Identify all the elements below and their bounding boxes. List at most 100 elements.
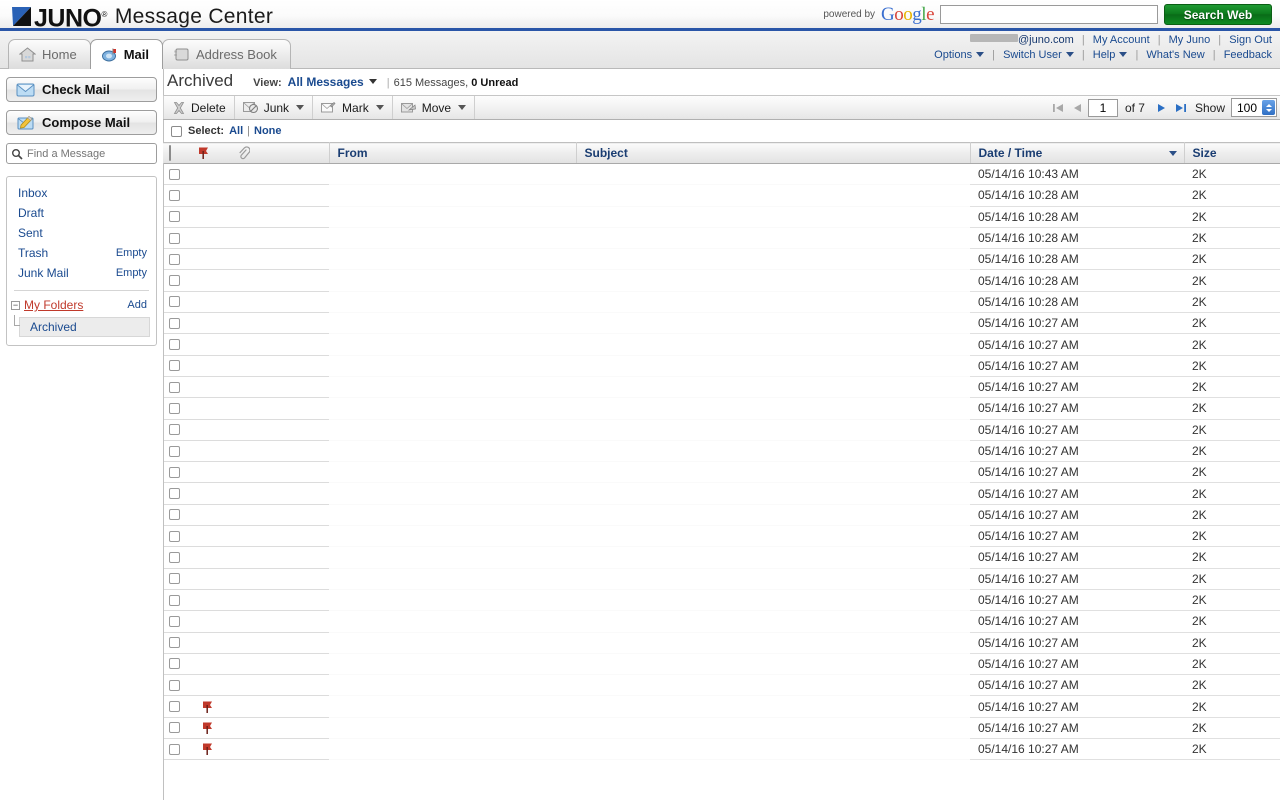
select-none-link[interactable]: None	[254, 125, 282, 137]
row-checkbox[interactable]	[169, 509, 180, 521]
next-page-icon[interactable]	[1153, 97, 1170, 118]
column-header-flag[interactable]	[189, 142, 229, 164]
row-from-cell[interactable]	[329, 419, 576, 441]
row-subject-cell[interactable]	[576, 546, 970, 569]
row-flag-cell[interactable]	[189, 589, 229, 612]
row-from-cell[interactable]	[329, 184, 576, 207]
row-from-cell[interactable]	[329, 397, 576, 420]
row-from-cell[interactable]	[329, 206, 576, 228]
column-header-checkbox[interactable]	[163, 142, 189, 164]
table-row[interactable]: 05/14/16 10:28 AM 2K	[163, 291, 1280, 314]
last-page-icon[interactable]	[1172, 97, 1189, 118]
row-subject-cell[interactable]	[576, 440, 970, 463]
delete-button[interactable]: Delete	[163, 96, 235, 119]
row-checkbox[interactable]	[169, 658, 180, 670]
row-subject-cell[interactable]	[576, 376, 970, 399]
row-checkbox-cell[interactable]	[163, 440, 189, 463]
row-checkbox[interactable]	[169, 701, 180, 713]
select-all-checkbox[interactable]	[171, 125, 182, 137]
row-flag-cell[interactable]	[189, 738, 229, 761]
row-subject-cell[interactable]	[576, 632, 970, 654]
row-flag-cell[interactable]	[189, 717, 229, 740]
row-subject-cell[interactable]	[576, 674, 970, 697]
row-flag-cell[interactable]	[189, 461, 229, 484]
row-checkbox[interactable]	[169, 253, 180, 265]
options-menu[interactable]: Options	[934, 49, 985, 61]
compose-mail-button[interactable]: Compose Mail	[6, 110, 157, 135]
table-row[interactable]: 05/14/16 10:28 AM 2K	[163, 206, 1280, 228]
page-size-stepper[interactable]	[1262, 100, 1275, 115]
select-all-link[interactable]: All	[229, 125, 243, 137]
row-flag-cell[interactable]	[189, 355, 229, 377]
row-subject-cell[interactable]	[576, 482, 970, 505]
table-row[interactable]: 05/14/16 10:27 AM 2K	[163, 738, 1280, 761]
row-subject-cell[interactable]	[576, 269, 970, 292]
row-checkbox[interactable]	[169, 189, 180, 201]
page-number-input[interactable]	[1087, 98, 1118, 117]
row-subject-cell[interactable]	[576, 355, 970, 377]
row-subject-cell[interactable]	[576, 504, 970, 527]
table-row[interactable]: 05/14/16 10:27 AM 2K	[163, 461, 1280, 484]
row-flag-cell[interactable]	[189, 227, 229, 250]
sidebar-item-sent[interactable]: Sent	[7, 223, 156, 243]
row-flag-cell[interactable]	[189, 291, 229, 314]
row-checkbox-cell[interactable]	[163, 461, 189, 484]
sidebar-item-draft[interactable]: Draft	[7, 203, 156, 223]
row-flag-cell[interactable]	[189, 482, 229, 505]
tab-home[interactable]: Home	[8, 39, 91, 69]
prev-page-icon[interactable]	[1069, 97, 1086, 118]
row-checkbox[interactable]	[169, 594, 180, 606]
row-flag-cell[interactable]	[189, 632, 229, 654]
feedback-link[interactable]: Feedback	[1224, 49, 1272, 61]
row-checkbox-cell[interactable]	[163, 738, 189, 761]
column-header-attachment[interactable]	[229, 142, 330, 164]
row-subject-cell[interactable]	[576, 291, 970, 314]
row-checkbox[interactable]	[169, 232, 180, 244]
row-from-cell[interactable]	[329, 227, 576, 250]
tab-address-book[interactable]: Address Book	[161, 39, 291, 69]
column-header-date[interactable]: Date / Time	[970, 142, 1185, 164]
my-juno-link[interactable]: My Juno	[1169, 34, 1211, 46]
row-flag-cell[interactable]	[189, 610, 229, 633]
junk-button[interactable]: Junk	[235, 96, 314, 119]
juno-logo[interactable]: JUNO® Message Center	[10, 3, 273, 31]
table-row[interactable]: 05/14/16 10:27 AM 2K	[163, 525, 1280, 548]
move-button[interactable]: Move	[393, 96, 476, 119]
row-checkbox-cell[interactable]	[163, 312, 189, 335]
table-row[interactable]: 05/14/16 10:27 AM 2K	[163, 333, 1280, 356]
row-flag-cell[interactable]	[189, 440, 229, 463]
sidebar-item-junk-mail[interactable]: Junk Mail Empty	[7, 263, 156, 283]
table-row[interactable]: 05/14/16 10:27 AM 2K	[163, 653, 1280, 676]
row-from-cell[interactable]	[329, 312, 576, 335]
table-row[interactable]: 05/14/16 10:27 AM 2K	[163, 397, 1280, 420]
row-flag-cell[interactable]	[189, 525, 229, 548]
row-from-cell[interactable]	[329, 717, 576, 740]
flag-icon[interactable]	[201, 721, 229, 735]
row-subject-cell[interactable]	[576, 312, 970, 335]
row-checkbox[interactable]	[169, 530, 180, 542]
table-row[interactable]: 05/14/16 10:43 AM 2K	[163, 163, 1280, 186]
help-menu[interactable]: Help	[1093, 49, 1128, 61]
column-header-size[interactable]: Size	[1184, 142, 1280, 164]
row-from-cell[interactable]	[329, 440, 576, 463]
row-subject-cell[interactable]	[576, 568, 970, 590]
row-checkbox-cell[interactable]	[163, 695, 189, 718]
row-from-cell[interactable]	[329, 333, 576, 356]
row-checkbox-cell[interactable]	[163, 674, 189, 697]
row-checkbox[interactable]	[169, 551, 180, 563]
view-filter-dropdown[interactable]: All Messages	[288, 75, 377, 89]
row-checkbox[interactable]	[169, 637, 180, 649]
row-subject-cell[interactable]	[576, 333, 970, 356]
row-checkbox-cell[interactable]	[163, 376, 189, 399]
my-account-link[interactable]: My Account	[1093, 34, 1150, 46]
row-checkbox-cell[interactable]	[163, 717, 189, 740]
row-checkbox[interactable]	[169, 275, 180, 287]
row-checkbox[interactable]	[169, 488, 180, 500]
row-subject-cell[interactable]	[576, 695, 970, 718]
my-folders-label[interactable]: My Folders	[24, 298, 83, 312]
flag-icon[interactable]	[201, 700, 229, 714]
row-checkbox-cell[interactable]	[163, 184, 189, 207]
column-header-subject[interactable]: Subject	[576, 142, 971, 164]
table-row[interactable]: 05/14/16 10:28 AM 2K	[163, 248, 1280, 271]
check-mail-button[interactable]: Check Mail	[6, 77, 157, 102]
